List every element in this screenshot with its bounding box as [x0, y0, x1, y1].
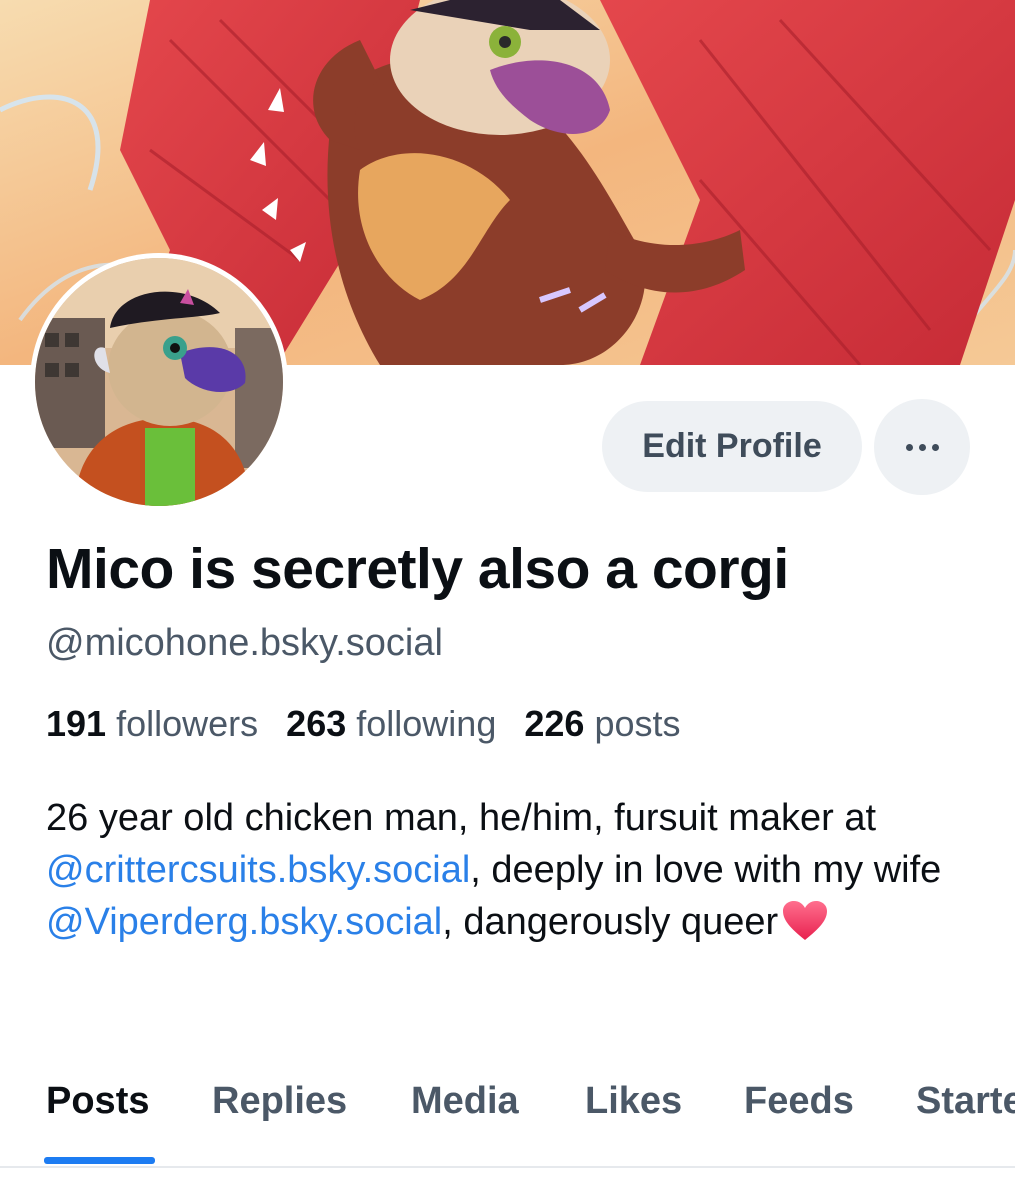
- posts-count: 226: [524, 703, 585, 744]
- following-label: following: [356, 703, 497, 744]
- tabs-divider: [0, 1166, 1015, 1168]
- display-name: Mico is secretly also a corgi: [46, 537, 789, 601]
- active-tab-indicator: [44, 1157, 155, 1164]
- bio-text: , dangerously queer: [442, 901, 779, 943]
- tab-starter-packs[interactable]: Starte: [916, 1080, 1015, 1123]
- posts-stat: 226 posts: [524, 703, 680, 744]
- bio-mention-link[interactable]: @Viperderg.bsky.social: [46, 901, 442, 943]
- ellipsis-icon: [905, 443, 913, 451]
- heart-icon: [782, 900, 828, 956]
- following-count: 263: [286, 703, 347, 744]
- bio-text: , deeply in love with my wife: [470, 849, 942, 891]
- profile-tabs: Posts Replies Media Likes Feeds Starte: [0, 1070, 1015, 1167]
- tab-replies[interactable]: Replies: [212, 1080, 347, 1123]
- avatar[interactable]: [30, 253, 288, 511]
- avatar-image: [35, 258, 283, 506]
- tab-feeds[interactable]: Feeds: [744, 1080, 854, 1123]
- ellipsis-icon-dot: [931, 443, 939, 451]
- tab-likes[interactable]: Likes: [585, 1080, 682, 1123]
- profile-bio: 26 year old chicken man, he/him, fursuit…: [46, 792, 976, 956]
- followers-count: 191: [46, 703, 107, 744]
- followers-label: followers: [116, 703, 259, 744]
- followers-stat[interactable]: 191 followers: [46, 703, 258, 744]
- following-stat[interactable]: 263 following: [286, 703, 496, 744]
- bio-text: 26 year old chicken man, he/him, fursuit…: [46, 797, 877, 839]
- bio-mention-link[interactable]: @crittercsuits.bsky.social: [46, 849, 470, 891]
- posts-label: posts: [594, 703, 681, 744]
- tab-posts[interactable]: Posts: [46, 1080, 149, 1123]
- profile-stats: 191 followers 263 following 226 posts: [46, 703, 699, 745]
- more-options-button[interactable]: [874, 399, 970, 495]
- ellipsis-icon-dot: [918, 443, 926, 451]
- profile-page: Edit Profile Mico is secretly also a cor…: [0, 0, 1015, 1200]
- edit-profile-button[interactable]: Edit Profile: [602, 401, 862, 492]
- profile-handle[interactable]: @micohone.bsky.social: [46, 622, 443, 665]
- tab-media[interactable]: Media: [411, 1080, 519, 1123]
